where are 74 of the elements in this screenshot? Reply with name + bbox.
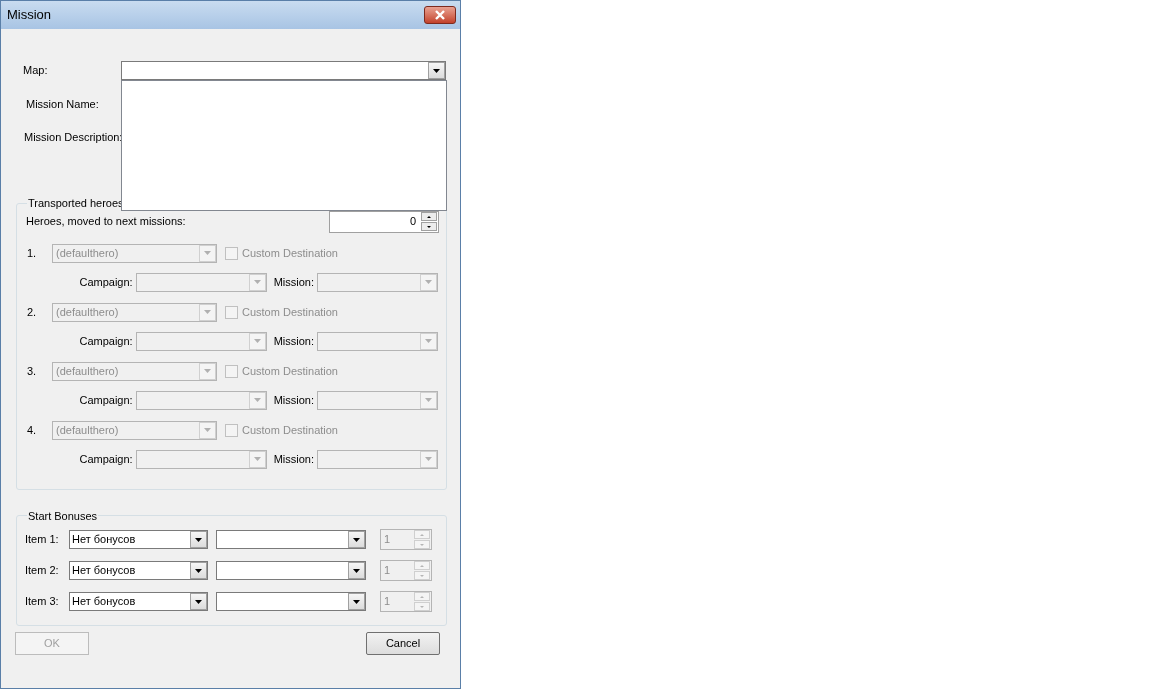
map-dropdown[interactable] [121, 61, 446, 80]
campaign-dropdown[interactable] [135, 272, 267, 292]
field-label: Item 3: [25, 594, 60, 610]
campaign-dropdown[interactable] [135, 331, 267, 351]
bonus-dropdown[interactable]: Нет бонусов [69, 530, 208, 549]
hero-number: 4. [26, 422, 38, 438]
dropdown-arrow-icon [204, 310, 211, 314]
close-button[interactable] [424, 6, 456, 24]
field-label: Mission Name: [25, 97, 100, 112]
spin-value: 0 [409, 214, 417, 230]
field-label: Campaign: [79, 451, 133, 467]
dropdown-arrow-icon [425, 457, 432, 461]
down-arrow-icon [420, 574, 424, 577]
dropdown-arrow-icon [353, 599, 360, 604]
down-arrow-icon [427, 225, 431, 228]
bonus-dropdown[interactable]: Нет бонусов [69, 561, 208, 580]
dropdown-arrow-icon [195, 537, 202, 542]
dropdown-arrow-icon [425, 398, 432, 402]
mission-dropdown[interactable] [317, 390, 438, 410]
hero-number: 3. [26, 363, 38, 379]
field-label: Mission: [273, 451, 314, 467]
mission-text-field[interactable] [121, 80, 447, 211]
spin-value: 1 [384, 532, 391, 548]
campaign-dropdown[interactable] [135, 449, 267, 469]
mission-dropdown[interactable] [317, 331, 438, 351]
down-arrow-icon [420, 543, 424, 546]
bonus-value-dropdown[interactable] [216, 592, 366, 611]
bonus-value-dropdown[interactable] [216, 561, 366, 580]
spin-value: 1 [384, 563, 391, 579]
dropdown-arrow-icon [204, 251, 211, 255]
field-label: Campaign: [79, 392, 133, 408]
spin-value: 1 [384, 594, 391, 610]
dropdown-arrow-icon [253, 398, 261, 402]
field-label: Mission: [273, 274, 314, 290]
bonus-value-dropdown[interactable] [216, 530, 366, 549]
field-label: Mission: [273, 392, 314, 408]
up-arrow-icon [420, 595, 424, 598]
dropdown-arrow-icon [204, 428, 211, 432]
dropdown-arrow-icon [253, 457, 261, 461]
field-label: Mission: [273, 333, 314, 349]
up-arrow-icon [427, 215, 431, 218]
field-label: Map: [22, 63, 49, 79]
dropdown-arrow-icon [425, 339, 432, 343]
dropdown-arrow-icon [253, 339, 261, 343]
field-label: Campaign: [79, 274, 133, 290]
dropdown-arrow-icon [253, 280, 261, 284]
dropdown-arrow-icon [433, 68, 440, 73]
field-label: Mission Description: [23, 129, 121, 145]
dropdown-arrow-icon [353, 568, 360, 573]
field-label: Campaign: [79, 333, 133, 349]
down-arrow-icon [420, 605, 424, 608]
spin-up-button[interactable] [421, 212, 437, 221]
mission-dropdown[interactable] [317, 272, 438, 292]
spin-down-button[interactable] [421, 222, 437, 231]
up-arrow-icon [420, 564, 424, 567]
hero-number: 2. [26, 304, 38, 320]
mission-dropdown[interactable] [317, 449, 438, 469]
campaign-dropdown[interactable] [135, 390, 267, 410]
dropdown-arrow-icon [353, 537, 360, 542]
field-label: Heroes, moved to next missions: [25, 214, 186, 230]
dropdown-arrow-icon [204, 369, 211, 373]
bonus-dropdown[interactable]: Нет бонусов [69, 592, 208, 611]
close-icon [434, 10, 446, 20]
dialog-button[interactable]: Cancel [366, 632, 440, 655]
group-title: Start Bonuses [27, 508, 99, 524]
spin-field[interactable]: 0 [329, 210, 439, 233]
dropdown-arrow-icon [195, 568, 202, 573]
field-label: Item 1: [25, 532, 60, 548]
dropdown-arrow-icon [195, 599, 202, 604]
window-title: Mission [7, 6, 52, 25]
up-arrow-icon [420, 533, 424, 536]
field-label: Item 2: [25, 563, 60, 579]
dropdown-arrow-icon [425, 280, 432, 284]
hero-number: 1. [26, 245, 38, 261]
